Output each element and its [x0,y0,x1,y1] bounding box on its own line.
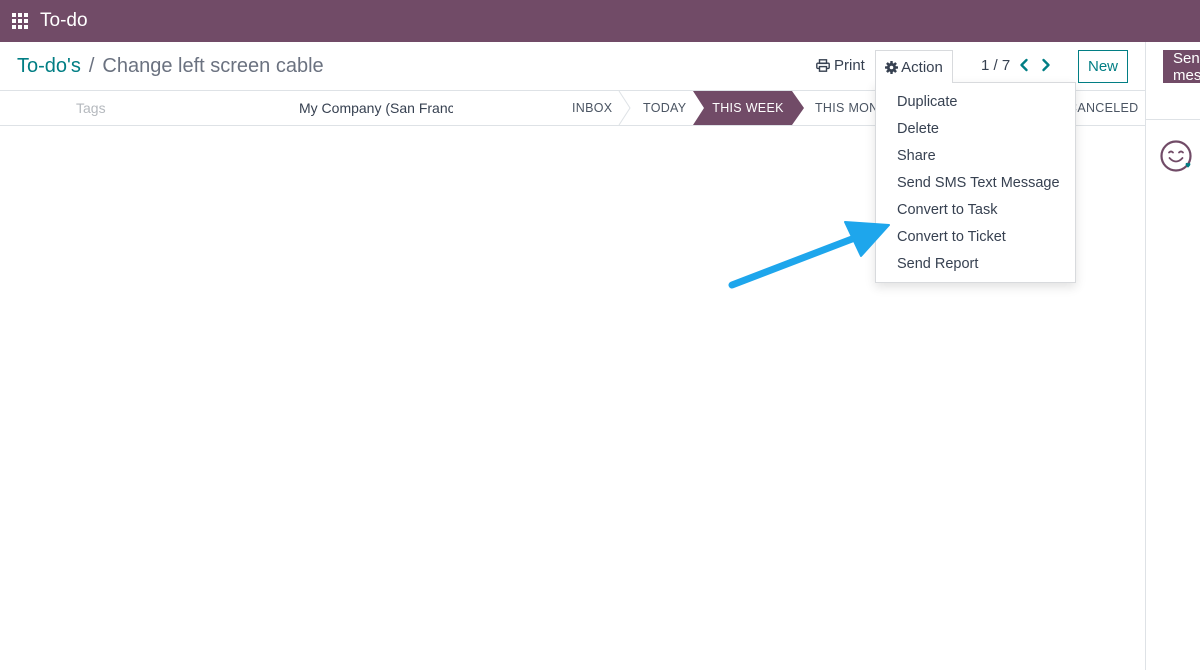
menu-item-share[interactable]: Share [897,148,936,164]
print-button[interactable]: Print [816,57,865,74]
stage-canceled[interactable]: CANCELED [1068,91,1138,125]
stage-separator [618,91,631,125]
action-dropdown-menu: Duplicate Delete Share Send SMS Text Mes… [875,82,1076,283]
company-field[interactable]: My Company (San Francisco) [299,100,453,116]
chevron-left-icon [1020,58,1028,72]
print-icon [816,59,830,72]
breadcrumb-current: Change left screen cable [102,55,324,77]
breadcrumb: To-do's / Change left screen cable [17,55,324,78]
menu-item-convert-to-ticket[interactable]: Convert to Ticket [897,229,1006,245]
stage-inbox[interactable]: INBOX [572,91,612,125]
menu-item-convert-to-task[interactable]: Convert to Task [897,202,997,218]
pager-previous-button[interactable] [1019,58,1029,77]
new-record-button[interactable]: New [1078,50,1128,83]
top-navbar: To-do [0,0,1200,42]
breadcrumb-separator: / [88,55,95,77]
gear-icon [885,60,899,74]
pager-value[interactable]: 1 / 7 [981,57,1010,74]
app-title[interactable]: To-do [40,10,88,32]
breadcrumb-parent-link[interactable]: To-do's [17,55,81,78]
action-label: Action [901,58,943,76]
menu-item-send-sms[interactable]: Send SMS Text Message [897,175,1060,191]
chatter-panel: Send message [1146,42,1200,670]
stage-this-week[interactable]: THIS WEEK [693,91,803,125]
stage-today[interactable]: TODAY [643,91,686,125]
menu-item-duplicate[interactable]: Duplicate [897,94,957,110]
chatter-divider-line [1146,119,1200,120]
stage-this-month[interactable]: THIS MONTH [815,91,875,125]
menu-item-send-report[interactable]: Send Report [897,256,978,272]
action-button[interactable]: Action [875,50,953,83]
apps-grid-icon[interactable] [12,13,28,29]
menu-item-delete[interactable]: Delete [897,121,939,137]
chevron-right-icon [1042,58,1050,72]
bot-avatar-icon [1160,140,1192,172]
pager-next-button[interactable] [1041,58,1051,77]
tags-field[interactable]: Tags [76,100,106,116]
print-label: Print [834,57,865,74]
send-message-button[interactable]: Send message [1163,50,1200,84]
